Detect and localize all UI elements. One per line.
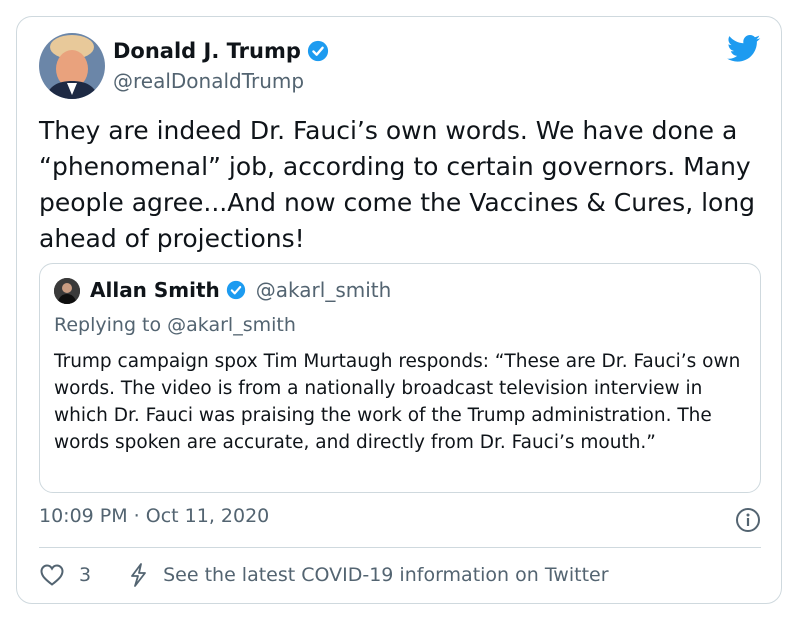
author-name[interactable]: Donald J. Trump (113, 39, 301, 63)
info-icon[interactable] (735, 507, 761, 533)
covid-info-link[interactable]: See the latest COVID-19 information on T… (163, 564, 608, 586)
quoted-author-handle[interactable]: @akarl_smith (256, 278, 392, 302)
quoted-tweet[interactable]: Allan Smith @akarl_smith Replying to @ak… (39, 263, 761, 493)
verified-badge-icon (307, 40, 329, 62)
quoted-author-avatar[interactable] (54, 278, 80, 304)
author-name-row: Donald J. Trump (113, 39, 329, 63)
author-avatar[interactable] (39, 33, 105, 99)
verified-badge-icon (226, 280, 246, 300)
divider (39, 547, 761, 548)
quoted-author-name[interactable]: Allan Smith (90, 278, 220, 302)
twitter-bird-icon[interactable] (727, 35, 761, 63)
tweet-card: Donald J. Trump @realDonaldTrump They ar… (16, 16, 782, 604)
quoted-header: Allan Smith @akarl_smith (90, 278, 391, 302)
author-handle[interactable]: @realDonaldTrump (113, 69, 304, 93)
like-count: 3 (79, 564, 92, 586)
replying-to-label: Replying to @akarl_smith (54, 314, 296, 336)
heart-icon[interactable] (39, 563, 65, 587)
action-bar: 3 See the latest COVID-19 information on… (39, 562, 609, 588)
tweet-text: They are indeed Dr. Fauci’s own words. W… (39, 116, 756, 253)
tweet-timestamp[interactable]: 10:09 PM · Oct 11, 2020 (39, 505, 269, 527)
quoted-tweet-text: Trump campaign spox Tim Murtaugh respond… (54, 351, 741, 453)
lightning-bolt-icon (127, 562, 149, 588)
